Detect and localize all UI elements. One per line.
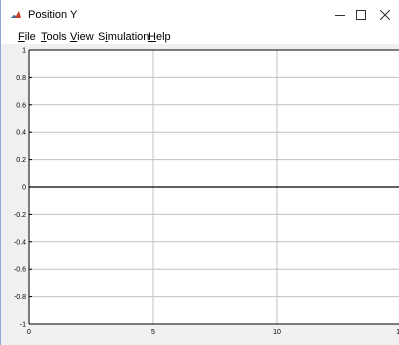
maximize-button[interactable]	[341, 0, 381, 30]
menu-help-post: elp	[155, 31, 171, 43]
menu-view-post: iew	[77, 31, 94, 43]
y-tick-label: -0.4	[14, 239, 26, 246]
window-title: Position Y	[28, 9, 78, 21]
x-tick-label: 5	[151, 329, 155, 336]
y-tick-label: -0.6	[14, 267, 26, 274]
menu-view[interactable]: View	[70, 30, 94, 44]
menu-simulation[interactable]: Simulation	[98, 30, 149, 44]
close-button[interactable]	[380, 0, 399, 30]
menu-bar: File Tools View Simulation Help	[1, 30, 399, 44]
menu-file-post: ile	[24, 31, 36, 43]
scope-window: Position Y File Tools View Simulation He…	[0, 0, 399, 345]
y-tick-label: -0.8	[14, 294, 26, 301]
x-tick-label: 10	[273, 329, 281, 336]
menu-simulation-post: mulation	[107, 31, 150, 43]
y-tick-label: -0.2	[14, 212, 26, 219]
maximize-icon	[356, 10, 366, 20]
y-tick-label: 0.6	[16, 102, 26, 109]
menu-help[interactable]: Help	[148, 30, 171, 44]
menu-file[interactable]: File	[18, 30, 36, 44]
y-tick-label: 1	[22, 48, 26, 55]
y-tick-label: 0.8	[16, 75, 26, 82]
scope-axes[interactable]: 10.80.60.40.20-0.2-0.4-0.6-0.8-10 5 10 1	[1, 44, 399, 345]
menu-tools-post: ools	[46, 31, 67, 43]
x-tick-label: 0	[27, 329, 31, 336]
plot-area: 1 0.8 0.6 0.4 0.2 0 -0.2 -0.4 -0.6 -0.8 -1 0 5 10 1	[1, 44, 399, 345]
menu-file-mnemonic: F	[18, 31, 25, 43]
y-tick-label: 0.4	[16, 130, 26, 137]
y-tick-label: 0.2	[16, 157, 26, 164]
menu-tools[interactable]: Tools	[41, 30, 67, 44]
menu-help-mnemonic: H	[148, 31, 156, 43]
close-icon	[380, 10, 390, 20]
title-bar[interactable]: Position Y	[1, 0, 399, 30]
y-tick-label: -1	[20, 322, 26, 329]
matlab-icon	[10, 9, 22, 21]
y-tick-label: 0	[22, 185, 26, 192]
